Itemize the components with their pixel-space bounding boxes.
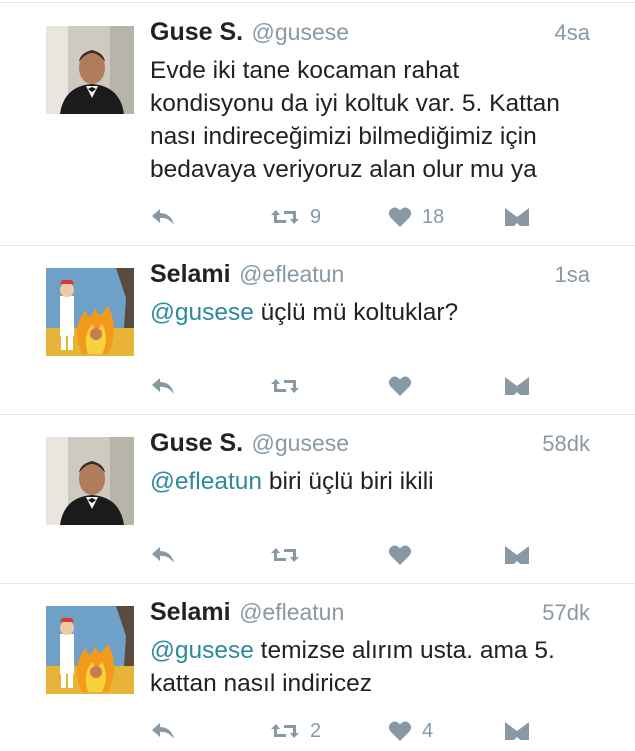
reply-icon <box>152 378 174 394</box>
tweet-text: Evde iki tane kocaman rahat kondisyonu d… <box>150 54 600 186</box>
like-button[interactable] <box>388 540 422 570</box>
retweet-count: 9 <box>310 205 322 228</box>
tweet-divider <box>0 414 635 415</box>
display-name[interactable]: Selami <box>150 260 231 288</box>
like-count: 18 <box>422 205 445 228</box>
tweet-actions <box>150 371 550 401</box>
like-button[interactable]: 18 <box>388 202 444 232</box>
heart-icon <box>388 376 412 396</box>
timestamp[interactable]: 1sa <box>555 262 590 288</box>
tweet-divider <box>0 245 635 246</box>
display-name[interactable]: Guse S. <box>150 18 243 46</box>
tweet-header: Selami @efleatun 57dk <box>150 598 590 630</box>
reply-button[interactable] <box>150 716 176 746</box>
retweet-button[interactable]: 2 <box>270 716 321 746</box>
reply-icon <box>152 723 174 739</box>
retweet-icon <box>271 379 299 393</box>
tweet-text-line: kattan nasıl indiricez <box>150 670 372 697</box>
tweet-text: @efleatun biri üçlü biri ikili <box>150 465 600 498</box>
direct-message-icon <box>505 377 529 395</box>
tweet-actions: 9 18 <box>150 202 550 232</box>
avatar[interactable] <box>46 26 134 114</box>
like-button[interactable] <box>388 371 422 401</box>
retweet-icon <box>271 548 299 562</box>
top-divider <box>0 2 635 3</box>
avatar[interactable] <box>46 437 134 525</box>
direct-message-button[interactable] <box>504 202 530 232</box>
tweet-header: Selami @efleatun 1sa <box>150 260 590 292</box>
reply-button[interactable] <box>150 202 176 232</box>
user-handle[interactable]: @efleatun <box>239 599 344 625</box>
reply-icon <box>152 209 174 225</box>
mention-link[interactable]: @gusese <box>150 637 254 664</box>
heart-icon <box>388 721 412 741</box>
tweet-actions <box>150 540 550 570</box>
tweet-header: Guse S. @gusese 4sa <box>150 18 590 50</box>
tweet-text-line: temizse alırım usta. ama 5. <box>253 637 555 664</box>
retweet-button[interactable] <box>270 371 310 401</box>
avatar[interactable] <box>46 268 134 356</box>
tweet-actions: 2 4 <box>150 716 550 746</box>
tweet-divider <box>0 583 635 584</box>
heart-icon <box>388 545 412 565</box>
timestamp[interactable]: 4sa <box>555 20 590 46</box>
tweet-text: @gusese temizse alırım usta. ama 5. katt… <box>150 634 600 700</box>
mention-link[interactable]: @efleatun <box>150 468 262 495</box>
like-button[interactable]: 4 <box>388 716 433 746</box>
direct-message-button[interactable] <box>504 716 530 746</box>
user-handle[interactable]: @gusese <box>252 19 350 45</box>
tweet-text: @gusese üçlü mü koltuklar? <box>150 296 600 329</box>
heart-icon <box>388 207 412 227</box>
tweet-text-line: üçlü mü koltuklar? <box>253 299 459 326</box>
direct-message-icon <box>505 722 529 740</box>
timestamp[interactable]: 57dk <box>542 600 590 626</box>
like-count: 4 <box>422 719 434 742</box>
mention-link[interactable]: @gusese <box>150 299 254 326</box>
display-name[interactable]: Selami <box>150 598 231 626</box>
direct-message-icon <box>505 208 529 226</box>
tweet-text-line: kondisyonu da iyi koltuk var. 5. Kattan <box>150 90 560 117</box>
direct-message-icon <box>505 546 529 564</box>
retweet-count: 2 <box>310 719 322 742</box>
timestamp[interactable]: 58dk <box>542 431 590 457</box>
tweet-text-line: bedavaya veriyoruz alan olur mu ya <box>150 156 537 183</box>
direct-message-button[interactable] <box>504 371 530 401</box>
reply-icon <box>152 547 174 563</box>
reply-button[interactable] <box>150 371 176 401</box>
avatar[interactable] <box>46 606 134 694</box>
direct-message-button[interactable] <box>504 540 530 570</box>
user-handle[interactable]: @gusese <box>252 430 350 456</box>
display-name[interactable]: Guse S. <box>150 429 243 457</box>
tweet-text-line: biri üçlü biri ikili <box>262 468 434 495</box>
retweet-icon <box>271 210 299 224</box>
retweet-button[interactable] <box>270 540 310 570</box>
reply-button[interactable] <box>150 540 176 570</box>
retweet-button[interactable]: 9 <box>270 202 321 232</box>
tweet-text-line: Evde iki tane kocaman rahat <box>150 57 460 84</box>
tweet-text-line: nası indireceğimizi bilmediğimiz için <box>150 123 537 150</box>
retweet-icon <box>271 724 299 738</box>
user-handle[interactable]: @efleatun <box>239 261 344 287</box>
tweet-header: Guse S. @gusese 58dk <box>150 429 590 461</box>
